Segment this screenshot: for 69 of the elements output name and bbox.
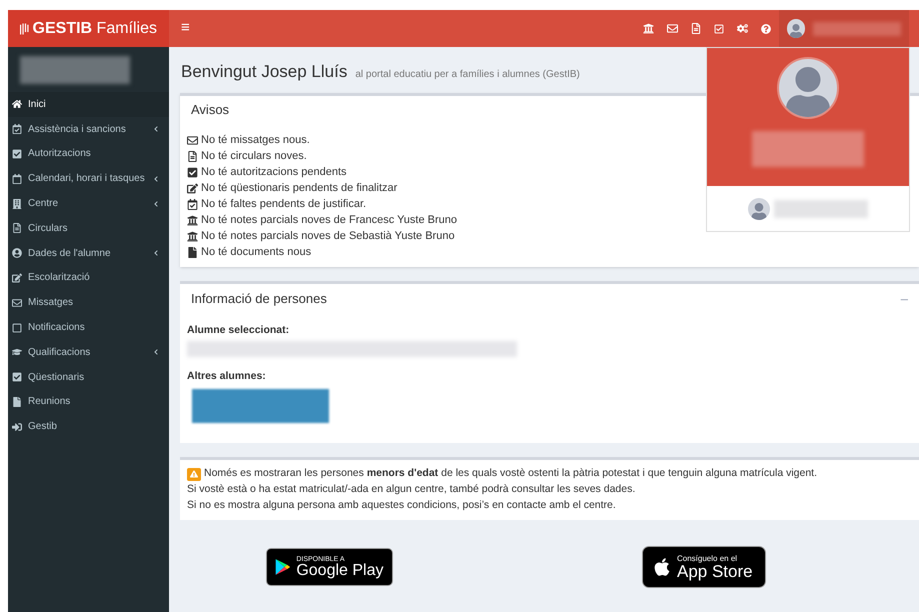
warning-icon	[190, 470, 198, 478]
envelope-icon	[12, 298, 22, 308]
sidebar-item[interactable]: Reunions	[8, 390, 169, 414]
home-icon	[12, 99, 22, 110]
sidebar-item[interactable]: Calendari, horari i tasques	[8, 166, 169, 192]
graduation-cap-icon	[12, 347, 22, 358]
notice-text: No té missatges nous.	[201, 132, 310, 148]
info-text: Si vostè està o ha estat matriculat/-ada en algun centre, també podrà consultar les seves dades.	[187, 482, 636, 498]
bank-icon[interactable]	[643, 23, 654, 34]
checkbox-icon	[12, 148, 22, 159]
badge-store-name: App Store	[677, 562, 753, 580]
sidebar-item[interactable]: Circulars	[8, 216, 169, 241]
document-icon[interactable]	[691, 23, 701, 34]
user-menu[interactable]	[779, 10, 909, 47]
sidebar-item[interactable]: Qualificacions	[8, 340, 169, 365]
panel-title: Informació de persones	[191, 290, 327, 308]
envelope-icon[interactable]	[667, 23, 678, 34]
file-icon	[187, 246, 198, 258]
sidebar-item[interactable]: Escolarització	[8, 266, 169, 290]
sidebar-item[interactable]: Qüestionaris	[8, 364, 169, 390]
file-icon	[12, 396, 22, 407]
sidebar-item[interactable]: Autoritzacions	[8, 142, 169, 166]
badge-store-name: Google Play	[296, 562, 384, 578]
page-title: Benvingut Josep Lluís	[181, 61, 348, 83]
notice-text: No té autoritzacions pendents	[201, 164, 347, 180]
bank-icon	[187, 230, 198, 242]
sidebar-item[interactable]: Notificacions	[8, 315, 169, 340]
sidebar-item[interactable]: Missatges	[8, 290, 169, 316]
sidebar-item[interactable]: Inici	[8, 92, 169, 117]
sidebar-item[interactable]: Centre	[8, 191, 169, 216]
sidebar-item[interactable]: Gestib	[8, 414, 169, 440]
page-subtitle: al portal educatiu per a famílies i alumnes (GestIB)	[355, 68, 580, 82]
sign-in-icon	[12, 422, 22, 432]
sidebar-item[interactable]: Assistència i sancions	[8, 116, 169, 142]
notice-text: No té notes parcials noves de Sebastià Yuste Bruno	[201, 228, 455, 244]
menu-toggle[interactable]: ≡	[169, 17, 202, 40]
notice-text: No té circulars noves.	[201, 148, 307, 164]
envelope-icon	[187, 134, 198, 146]
field-label: Alumne seleccionat:	[187, 322, 290, 338]
settings-icon[interactable]	[737, 23, 748, 34]
calendar-check-icon	[187, 198, 198, 210]
calendar-check-icon	[12, 124, 22, 134]
field-label: Altres alumnes:	[187, 369, 267, 384]
avatar-icon	[748, 198, 770, 220]
user-icon	[12, 248, 22, 258]
help-icon[interactable]	[761, 24, 771, 34]
calendar-icon	[12, 174, 22, 184]
panel-title: Avisos	[190, 100, 230, 118]
checkbox-icon[interactable]	[714, 24, 724, 34]
badge-caption: Consíguelo en el	[677, 554, 738, 562]
checkbox-icon	[12, 372, 22, 382]
notice-text: No té qüestionaris pendents de finalitzar	[201, 180, 398, 196]
info-text: Si no es mostra alguna persona amb aquestes condicions, posi’s en contacte amb el centre.	[187, 498, 616, 514]
notice-text: No té faltes pendents de justificar.	[201, 196, 366, 212]
bank-icon	[187, 214, 198, 226]
notice-text: No té notes parcials noves de Francesc Yuste Bruno	[201, 212, 457, 228]
sidebar-item[interactable]: Dades de l'alumne	[8, 240, 169, 266]
brand-name: GESTIB Famílies	[32, 18, 157, 38]
document-icon	[12, 223, 22, 234]
edit-icon	[187, 182, 198, 194]
notice-text: No té documents nous	[201, 244, 312, 260]
checkbox-icon	[187, 166, 198, 178]
document-icon	[187, 150, 198, 162]
info-text: Només es mostraran les persones menors d'edat de les quals vostè ostenti la pàtria potestat i que tenguin alguna matrícula vigent.	[204, 466, 818, 482]
edit-icon	[12, 272, 22, 283]
apple-icon	[653, 557, 671, 577]
app-store-badge[interactable]: Consíguelo en el App Store	[642, 546, 766, 588]
avatar-icon	[787, 19, 806, 38]
building-icon	[12, 198, 22, 209]
